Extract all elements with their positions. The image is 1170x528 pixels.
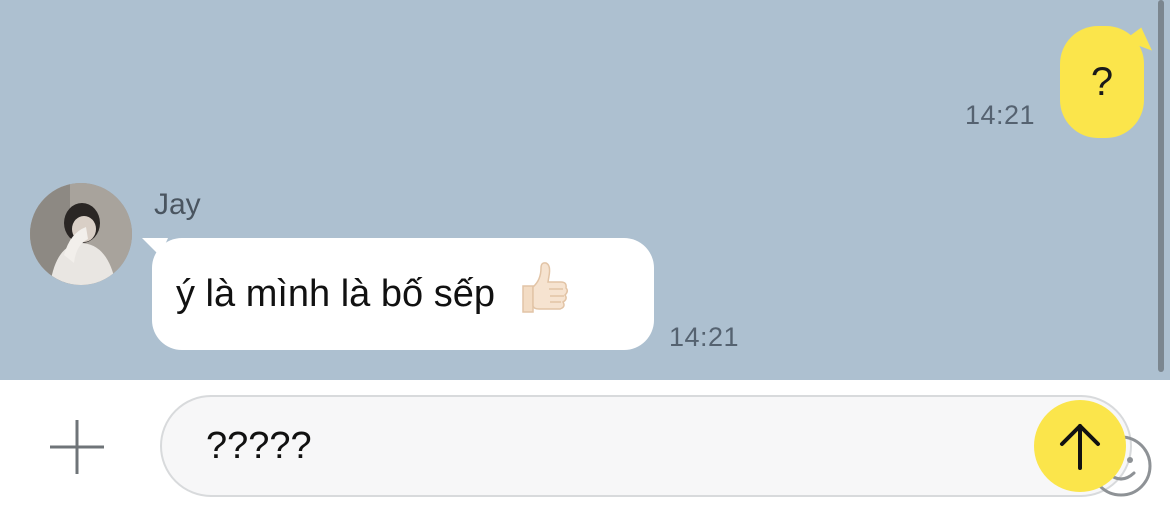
avatar[interactable] bbox=[30, 183, 132, 285]
incoming-message-time: 14:21 bbox=[669, 322, 740, 352]
outgoing-message-time: 14:21 bbox=[965, 100, 1036, 130]
incoming-message-bubble[interactable]: ý là mình là bố sếp bbox=[152, 238, 654, 350]
outgoing-message-text: ? bbox=[1090, 59, 1114, 104]
plus-icon bbox=[50, 420, 104, 474]
message-input[interactable] bbox=[206, 425, 906, 468]
avatar-photo bbox=[30, 183, 132, 285]
arrow-up-icon bbox=[1060, 424, 1100, 470]
outgoing-message-bubble[interactable]: ? bbox=[1060, 26, 1144, 138]
message-input-container bbox=[160, 395, 1152, 497]
message-composer bbox=[0, 380, 1170, 528]
scrollbar[interactable] bbox=[1158, 0, 1164, 372]
chat-thread: ? 14:21 Jay ý là mình là bố sếp 14:21 bbox=[0, 0, 1170, 380]
incoming-message-text: ý là mình là bố sếp bbox=[176, 272, 495, 315]
sender-name: Jay bbox=[154, 188, 201, 221]
thumbs-up-icon bbox=[522, 262, 568, 313]
send-button[interactable] bbox=[1034, 400, 1126, 492]
thumbs-up-emoji bbox=[513, 260, 571, 328]
add-attachment-button[interactable] bbox=[48, 418, 106, 476]
